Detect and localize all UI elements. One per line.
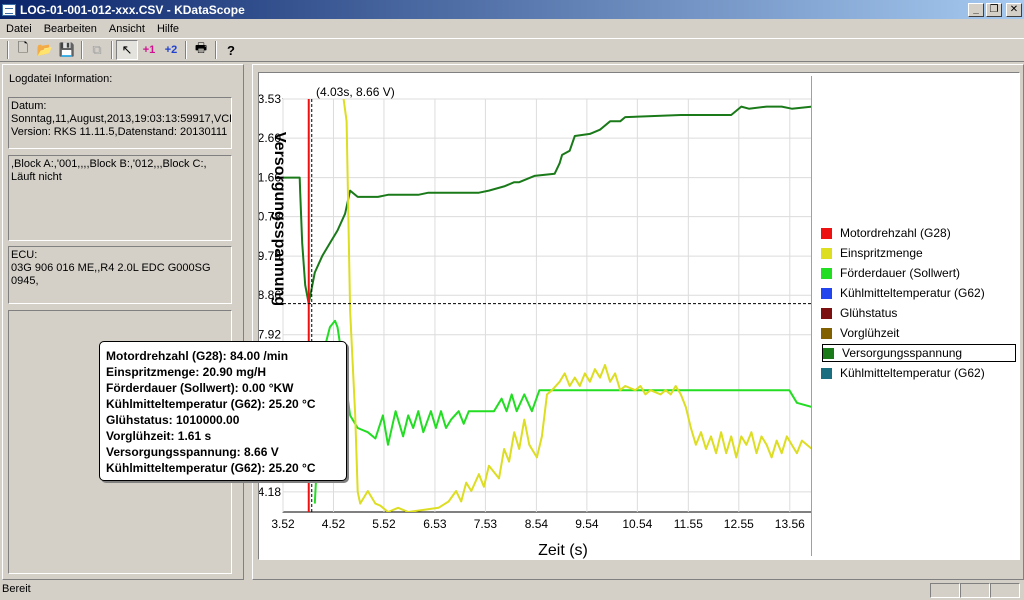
tooltip-line: Kühlmitteltemperatur (G62): 25.20 °C: [106, 461, 316, 475]
chart-legend: Motordrehzahl (G28) Einspritzmenge Förderd…: [811, 76, 1017, 556]
cursor-plus-2-icon[interactable]: +2: [160, 40, 182, 60]
window-title: LOG-01-001-012-xxx.CSV - KDataScope: [20, 2, 245, 17]
save-icon[interactable]: 💾: [56, 40, 78, 60]
ecu-value: 03G 906 016 ME,,R4 2.0L EDC G000SG: [11, 262, 211, 274]
window-controls: _ ❐ ✕: [968, 2, 1022, 17]
x-tick-label: 3.52: [271, 517, 295, 531]
ecu-value-2: 0945,: [11, 275, 39, 287]
date-value: Sonntag,11,August,2013,19:03:13:59917,VC…: [11, 113, 232, 125]
date-info-box: Datum: Sonntag,11,August,2013,19:03:13:5…: [8, 97, 232, 149]
x-tick-label: 6.53: [423, 517, 447, 531]
legend-label: Kühlmitteltemperatur (G62): [840, 366, 985, 380]
open-folder-icon[interactable]: 📂: [34, 40, 56, 60]
legend-swatch: [821, 367, 832, 379]
legend-item[interactable]: Kühlmitteltemperatur (G62): [821, 364, 1015, 382]
legend-label: Versorgungsspannung: [842, 346, 963, 360]
ecu-info-box: ECU: 03G 906 016 ME,,R4 2.0L EDC G000SG …: [8, 246, 232, 304]
x-tick-label: 12.55: [724, 517, 754, 531]
plot-area-border: [282, 98, 813, 513]
legend-label: Vorglühzeit: [840, 326, 900, 340]
tooltip-line: Vorglühzeit: 1.61 s: [106, 429, 212, 443]
cursor-plus-1-icon[interactable]: +1: [138, 40, 160, 60]
legend-item[interactable]: Förderdauer (Sollwert): [821, 264, 1015, 282]
toolbar-separator: [185, 41, 187, 59]
cursor-readout: (4.03s, 8.66 V): [316, 85, 395, 99]
pointer-icon[interactable]: ↖: [116, 40, 138, 60]
cursor-values-tooltip: Motordrehzahl (G28): 84.00 /min Einsprit…: [99, 341, 347, 481]
print-icon[interactable]: 🖶: [190, 40, 212, 60]
x-tick-label: 10.54: [622, 517, 652, 531]
menu-bearbeiten[interactable]: Bearbeiten: [38, 23, 103, 35]
menu-hilfe[interactable]: Hilfe: [151, 23, 185, 35]
logfile-info-panel: Logdatei Information: Datum: Sonntag,11,…: [2, 64, 244, 580]
legend-swatch: [821, 247, 832, 259]
running-status: Läuft nicht: [11, 171, 62, 183]
status-pane: [930, 583, 960, 598]
toolbar-separator: [215, 41, 217, 59]
title-bar: LOG-01-001-012-xxx.CSV - KDataScope _ ❐ …: [0, 0, 1024, 19]
tooltip-line: Motordrehzahl (G28): 84.00 /min: [106, 349, 289, 363]
status-pane: [990, 583, 1020, 598]
legend-item[interactable]: Versorgungsspannung: [822, 344, 1016, 362]
block-value: ,Block A:,'001,,,,Block B:,'012,,,Block …: [11, 158, 207, 170]
menu-datei[interactable]: Datei: [0, 23, 38, 35]
legend-swatch: [821, 307, 832, 319]
y-axis-label: Versorgungsspannung: [271, 132, 288, 306]
legend-item[interactable]: Einspritzmenge: [821, 244, 1015, 262]
legend-swatch: [823, 347, 834, 359]
menu-ansicht[interactable]: Ansicht: [103, 23, 151, 35]
legend-swatch: [821, 267, 832, 279]
date-label: Datum:: [11, 100, 47, 112]
status-bar: Bereit: [0, 583, 1024, 600]
legend-label: Motordrehzahl (G28): [840, 226, 951, 240]
legend-label: Förderdauer (Sollwert): [840, 266, 961, 280]
app-icon[interactable]: [2, 3, 16, 16]
status-text: Bereit: [2, 583, 31, 595]
legend-item[interactable]: Kühlmitteltemperatur (G62): [821, 284, 1015, 302]
x-axis-label: Zeit (s): [538, 542, 588, 559]
toolbar-separator: [7, 41, 9, 59]
minimize-button[interactable]: _: [968, 2, 984, 17]
x-tick-label: 4.52: [322, 517, 346, 531]
x-tick-label: 7.53: [474, 517, 498, 531]
legend-swatch: [821, 287, 832, 299]
restore-button[interactable]: ❐: [986, 2, 1002, 17]
copy-icon[interactable]: ⧉: [86, 40, 108, 60]
legend-label: Einspritzmenge: [840, 246, 923, 260]
legend-item[interactable]: Motordrehzahl (G28): [821, 224, 1015, 242]
help-icon[interactable]: ?: [220, 40, 242, 60]
tooltip-line: Einspritzmenge: 20.90 mg/H: [106, 365, 267, 379]
ecu-label: ECU:: [11, 249, 38, 261]
legend-label: Kühlmitteltemperatur (G62): [840, 286, 985, 300]
menu-bar: Datei Bearbeiten Ansicht Hilfe: [0, 19, 1024, 38]
tooltip-line: Glühstatus: 1010000.00: [106, 413, 240, 427]
x-tick-label: 13.56: [775, 517, 805, 531]
x-tick-label: 8.54: [525, 517, 549, 531]
tooltip-line: Kühlmitteltemperatur (G62): 25.20 °C: [106, 397, 316, 411]
y-tick-label: 4.18: [259, 485, 281, 499]
toolbar: 🗋 📂 💾 ⧉ ↖ +1 +2 🖶 ?: [0, 38, 1024, 62]
tooltip-line: Förderdauer (Sollwert): 0.00 °KW: [106, 381, 294, 395]
toolbar-separator: [81, 41, 83, 59]
legend-label: Glühstatus: [840, 306, 898, 320]
new-file-icon[interactable]: 🗋: [12, 40, 34, 60]
close-button[interactable]: ✕: [1006, 2, 1022, 17]
x-tick-label: 9.54: [575, 517, 599, 531]
legend-swatch: [821, 327, 832, 339]
tooltip-line: Versorgungsspannung: 8.66 V: [106, 445, 279, 459]
y-tick-label: 7.92: [259, 328, 281, 342]
legend-swatch: [821, 227, 832, 239]
y-tick-label: 13.53: [259, 92, 281, 106]
version-value: Version: RKS 11.11.5,Datenstand: 2013011…: [11, 126, 228, 138]
legend-item[interactable]: Vorglühzeit: [821, 324, 1015, 342]
x-tick-label: 11.55: [674, 517, 703, 531]
status-pane: [960, 583, 990, 598]
legend-item[interactable]: Glühstatus: [821, 304, 1015, 322]
panel-splitter[interactable]: [246, 64, 250, 580]
block-info-box: ,Block A:,'001,,,,Block B:,'012,,,Block …: [8, 155, 232, 241]
x-tick-label: 5.52: [372, 517, 396, 531]
logfile-info-label: Logdatei Information:: [9, 73, 113, 85]
toolbar-separator: [111, 41, 113, 59]
